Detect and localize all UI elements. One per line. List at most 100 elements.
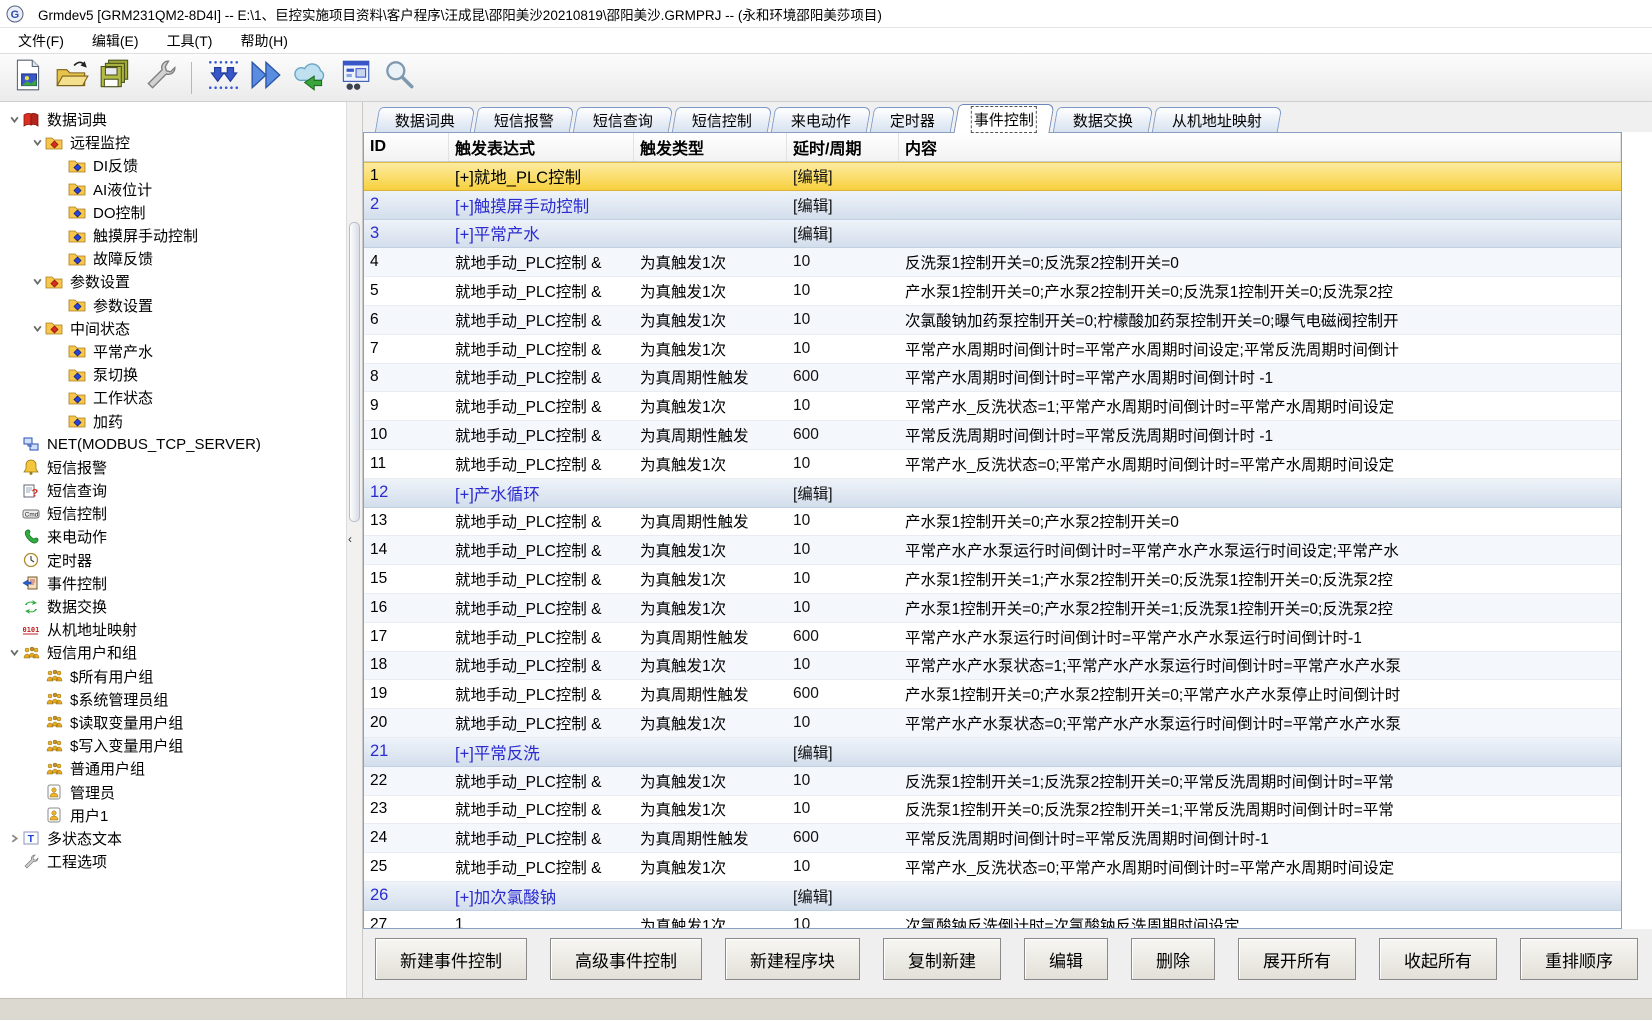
tree-item[interactable]: 加药 xyxy=(0,409,346,432)
table-row[interactable]: 21[+]平常反洗[编辑] xyxy=(364,738,1621,767)
tree-item[interactable]: 管理员 xyxy=(0,780,346,803)
cell-delay-period[interactable]: [编辑] xyxy=(787,479,899,507)
table-row[interactable]: 25就地手动_PLC控制 &为真触发1次10平常产水_反洗状态=0;平常产水周期… xyxy=(364,853,1621,882)
chevron-right-icon[interactable] xyxy=(6,833,22,844)
tree-item[interactable]: 参数设置 xyxy=(0,294,346,317)
reorder-button[interactable]: 重排顺序 xyxy=(1520,938,1638,980)
tree-item[interactable]: 平常产水 xyxy=(0,340,346,363)
new-event-control-button[interactable]: 新建事件控制 xyxy=(375,938,527,980)
cell-delay-period[interactable]: [编辑] xyxy=(787,191,899,219)
tree-item[interactable]: NET(MODBUS_TCP_SERVER) xyxy=(0,433,346,456)
table-row[interactable]: 11就地手动_PLC控制 &为真触发1次10平常产水_反洗状态=0;平常产水周期… xyxy=(364,450,1621,479)
tree-item[interactable]: $写入变量用户组 xyxy=(0,734,346,757)
tab-6[interactable]: 定时器 xyxy=(870,107,955,132)
table-row[interactable]: 9就地手动_PLC控制 &为真触发1次10平常产水_反洗状态=1;平常产水周期时… xyxy=(364,392,1621,421)
collapse-all-button[interactable]: 收起所有 xyxy=(1379,938,1497,980)
delete-button[interactable]: 删除 xyxy=(1131,938,1215,980)
table-row[interactable]: 26[+]加次氯酸钠[编辑] xyxy=(364,882,1621,911)
cloud-sync-button[interactable] xyxy=(289,57,333,99)
tree-item[interactable]: AI液位计 xyxy=(0,178,346,201)
tree-item[interactable]: 0101从机地址映射 xyxy=(0,618,346,641)
cell-delay-period[interactable]: [编辑] xyxy=(787,163,899,190)
search-magnifier-button[interactable] xyxy=(377,57,421,99)
tree-item[interactable]: DO控制 xyxy=(0,201,346,224)
table-row[interactable]: 7就地手动_PLC控制 &为真触发1次10平常产水周期时间倒计时=平常产水周期时… xyxy=(364,335,1621,364)
new-file-button[interactable] xyxy=(6,57,50,99)
cell-trigger-expression[interactable]: [+]触摸屏手动控制 xyxy=(449,191,634,219)
compile-grid-button[interactable] xyxy=(201,57,245,99)
cell-trigger-expression[interactable]: [+]平常反洗 xyxy=(449,738,634,766)
new-program-block-button[interactable]: 新建程序块 xyxy=(725,938,860,980)
copy-new-button[interactable]: 复制新建 xyxy=(883,938,1001,980)
table-row[interactable]: 17就地手动_PLC控制 &为真周期性触发600平常产水产水泵运行时间倒计时=平… xyxy=(364,623,1621,652)
tree-item[interactable]: 中间状态 xyxy=(0,317,346,340)
cell-trigger-expression[interactable]: [+]就地_PLC控制 xyxy=(449,163,634,190)
chevron-down-icon[interactable] xyxy=(29,276,45,287)
cell-trigger-expression[interactable]: [+]产水循环 xyxy=(449,479,634,507)
menu-item[interactable]: 编辑(E) xyxy=(78,28,153,54)
tab-2[interactable]: 短信报警 xyxy=(474,107,574,132)
tree-item[interactable]: 定时器 xyxy=(0,549,346,572)
table-row[interactable]: 19就地手动_PLC控制 &为真周期性触发600产水泵1控制开关=0;产水泵2控… xyxy=(364,680,1621,709)
cell-trigger-expression[interactable]: [+]加次氯酸钠 xyxy=(449,882,634,910)
table-row[interactable]: 18就地手动_PLC控制 &为真触发1次10平常产水产水泵状态=1;平常产水产水… xyxy=(364,652,1621,681)
table-row[interactable]: 10就地手动_PLC控制 &为真周期性触发600平常反洗周期时间倒计时=平常反洗… xyxy=(364,421,1621,450)
table-row[interactable]: 1[+]就地_PLC控制[编辑] xyxy=(364,162,1621,191)
chevron-down-icon[interactable] xyxy=(6,647,22,658)
cell-delay-period[interactable]: [编辑] xyxy=(787,882,899,910)
save-all-button[interactable] xyxy=(94,57,138,99)
tree-item[interactable]: 用户1 xyxy=(0,804,346,827)
table-row[interactable]: 15就地手动_PLC控制 &为真触发1次10产水泵1控制开关=1;产水泵2控制开… xyxy=(364,565,1621,594)
panel-splitter[interactable]: ‹ xyxy=(346,102,363,998)
settings-wrench-button[interactable] xyxy=(138,57,182,99)
chevron-down-icon[interactable] xyxy=(6,114,22,125)
tab-7[interactable]: 事件控制 xyxy=(954,104,1055,133)
run-arrows-button[interactable] xyxy=(245,57,289,99)
tab-3[interactable]: 短信查询 xyxy=(573,107,673,132)
tree-item[interactable]: 短信报警 xyxy=(0,456,346,479)
table-row[interactable]: 14就地手动_PLC控制 &为真触发1次10平常产水产水泵运行时间倒计时=平常产… xyxy=(364,536,1621,565)
table-row[interactable]: 8就地手动_PLC控制 &为真周期性触发600平常产水周期时间倒计时=平常产水周… xyxy=(364,364,1621,393)
chevron-down-icon[interactable] xyxy=(29,137,45,148)
cell-delay-period[interactable]: [编辑] xyxy=(787,738,899,766)
tree-item[interactable]: 事件控制 xyxy=(0,572,346,595)
tree-scrollbar-thumb[interactable] xyxy=(349,222,360,522)
cell-delay-period[interactable]: [编辑] xyxy=(787,220,899,248)
menu-item[interactable]: 文件(F) xyxy=(4,28,78,54)
tree-item[interactable]: 触摸屏手动控制 xyxy=(0,224,346,247)
menu-item[interactable]: 工具(T) xyxy=(153,28,227,54)
collapse-panel-icon[interactable]: ‹ xyxy=(348,532,352,546)
advanced-event-control-button[interactable]: 高级事件控制 xyxy=(550,938,702,980)
table-row[interactable]: 22就地手动_PLC控制 &为真触发1次10反洗泵1控制开关=1;反洗泵2控制开… xyxy=(364,767,1621,796)
chevron-down-icon[interactable] xyxy=(29,323,45,334)
tab-8[interactable]: 数据交换 xyxy=(1053,107,1153,132)
tree-item[interactable]: 故障反馈 xyxy=(0,247,346,270)
table-row[interactable]: 20就地手动_PLC控制 &为真触发1次10平常产水产水泵状态=0;平常产水产水… xyxy=(364,709,1621,738)
table-row[interactable]: 4就地手动_PLC控制 &为真触发1次10反洗泵1控制开关=0;反洗泵2控制开关… xyxy=(364,248,1621,277)
tree-item[interactable]: Cmd短信控制 xyxy=(0,502,346,525)
table-row[interactable]: 3[+]平常产水[编辑] xyxy=(364,220,1621,249)
tree-item[interactable]: $所有用户组 xyxy=(0,665,346,688)
tree-item[interactable]: 数据交换 xyxy=(0,595,346,618)
cell-trigger-expression[interactable]: [+]平常产水 xyxy=(449,220,634,248)
tree-item[interactable]: 参数设置 xyxy=(0,270,346,293)
table-row[interactable]: 271为真触发1次10次氯酸钠反洗倒计时=次氯酸钠反洗周期时间设定 xyxy=(364,911,1621,929)
table-row[interactable]: 2[+]触摸屏手动控制[编辑] xyxy=(364,191,1621,220)
tree-item[interactable]: 普通用户组 xyxy=(0,757,346,780)
tree-item[interactable]: 来电动作 xyxy=(0,525,346,548)
remote-window-button[interactable] xyxy=(333,57,377,99)
tab-1[interactable]: 数据词典 xyxy=(375,107,475,132)
tab-9[interactable]: 从机地址映射 xyxy=(1152,107,1282,132)
table-row[interactable]: 16就地手动_PLC控制 &为真触发1次10产水泵1控制开关=0;产水泵2控制开… xyxy=(364,594,1621,623)
tab-5[interactable]: 来电动作 xyxy=(771,107,871,132)
open-folder-button[interactable] xyxy=(50,57,94,99)
tree-item[interactable]: ?短信查询 xyxy=(0,479,346,502)
table-row[interactable]: 23就地手动_PLC控制 &为真触发1次10反洗泵1控制开关=0;反洗泵2控制开… xyxy=(364,796,1621,825)
menu-item[interactable]: 帮助(H) xyxy=(226,28,301,54)
tree-item[interactable]: $系统管理员组 xyxy=(0,688,346,711)
tab-4[interactable]: 短信控制 xyxy=(672,107,772,132)
table-row[interactable]: 6就地手动_PLC控制 &为真触发1次10次氯酸钠加药泵控制开关=0;柠檬酸加药… xyxy=(364,306,1621,335)
table-row[interactable]: 13就地手动_PLC控制 &为真周期性触发10产水泵1控制开关=0;产水泵2控制… xyxy=(364,508,1621,537)
tree-item[interactable]: 泵切换 xyxy=(0,363,346,386)
tree-item[interactable]: T多状态文本 xyxy=(0,827,346,850)
